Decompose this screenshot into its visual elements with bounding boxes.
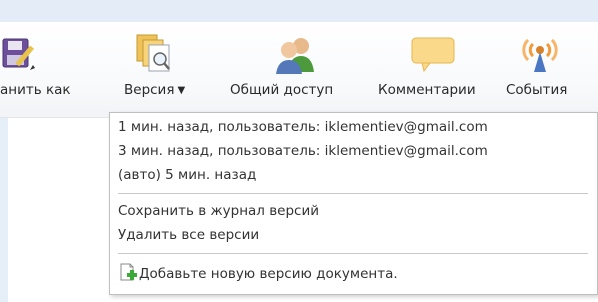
comments-button[interactable]: Комментарии — [375, 22, 493, 118]
menu-separator — [118, 193, 588, 194]
version-button[interactable]: Версия ▼ — [118, 22, 218, 118]
events-label: События — [506, 82, 568, 98]
comments-icon — [411, 37, 455, 73]
chevron-down-icon: ▼ — [177, 85, 186, 96]
add-new-version-label: Добавьте новую версию документа. — [139, 266, 398, 282]
save-as-button[interactable]: анить как — [0, 22, 102, 118]
version-label: Версия — [124, 82, 175, 98]
sharing-label: Общий доступ — [230, 82, 334, 98]
sharing-icon — [276, 38, 314, 74]
version-item-1[interactable]: 1 мин. назад, пользователь: iklementiev@… — [118, 119, 488, 135]
add-new-version-item[interactable]: Добавьте новую версию документа. — [118, 263, 398, 283]
version-dropdown-menu: 1 мин. назад, пользователь: iklementiev@… — [109, 112, 598, 295]
toolbar: анить как Версия▼ Общий доступ Коммента — [0, 22, 598, 118]
add-document-icon — [120, 263, 137, 281]
top-stripe — [0, 0, 598, 22]
delete-all-versions[interactable]: Удалить все версии — [118, 227, 259, 243]
comments-label: Комментарии — [378, 82, 476, 98]
version-item-2[interactable]: 3 мин. назад, пользователь: iklementiev@… — [118, 143, 488, 159]
menu-separator — [118, 253, 588, 254]
version-item-3[interactable]: (авто) 5 мин. назад — [118, 167, 256, 183]
save-as-icon — [2, 38, 35, 70]
events-button[interactable]: События — [506, 22, 598, 118]
sharing-button[interactable]: Общий доступ — [228, 22, 360, 118]
side-stripe — [0, 118, 8, 302]
version-icon — [136, 34, 170, 72]
save-as-label: анить как — [0, 82, 71, 98]
events-icon — [522, 38, 558, 72]
save-to-version-journal[interactable]: Сохранить в журнал версий — [118, 203, 319, 219]
